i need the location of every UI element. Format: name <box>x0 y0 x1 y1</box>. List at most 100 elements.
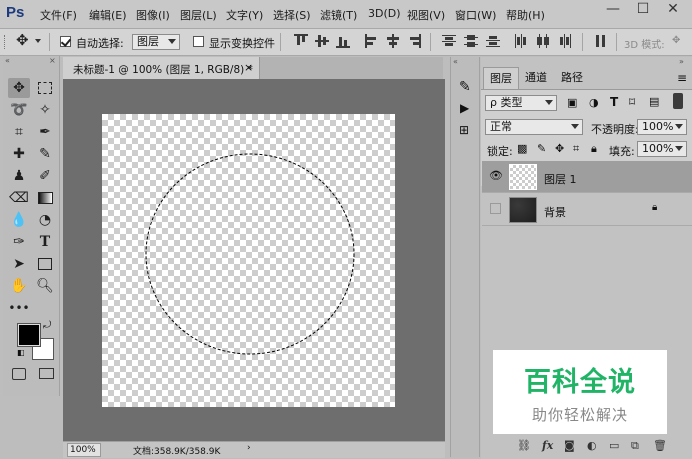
show-transform-checkbox[interactable] <box>193 36 204 47</box>
rectangle-tool-icon[interactable] <box>34 254 56 274</box>
panel-close-icon[interactable]: × <box>49 56 56 65</box>
close-window-button[interactable]: ✕ <box>660 1 686 19</box>
layer-row-background[interactable]: 背景 🔒︎ <box>482 194 692 226</box>
filter-pixel-icon[interactable]: ▣ <box>567 96 577 109</box>
history-panel-icon[interactable]: ✎ <box>459 79 471 95</box>
distribute-vertical-center-icon[interactable] <box>464 34 478 48</box>
align-vertical-center-icon[interactable] <box>315 34 329 48</box>
visibility-toggle[interactable] <box>490 203 501 214</box>
align-bottom-icon[interactable] <box>336 34 350 48</box>
blend-mode-dropdown[interactable]: 正常 <box>485 119 583 135</box>
menu-select[interactable]: 选择(S) <box>273 7 311 23</box>
filter-adjustment-icon[interactable]: ◑ <box>589 96 599 109</box>
distribute-horizontal-center-icon[interactable] <box>536 34 550 48</box>
menu-layer[interactable]: 图层(L) <box>180 7 217 23</box>
maximize-button[interactable]: ☐ <box>630 1 656 19</box>
adjustment-icon[interactable]: ◐ <box>587 439 597 452</box>
lock-transparent-pixels-icon[interactable]: ▩ <box>517 142 527 155</box>
circle-selection-marquee[interactable] <box>140 152 362 358</box>
distribute-bottom-icon[interactable] <box>486 34 500 48</box>
tab-channels[interactable]: 通道 <box>519 67 553 89</box>
lock-image-pixels-icon[interactable]: ✎ <box>537 142 546 155</box>
chevron-down-icon[interactable] <box>35 39 41 43</box>
healing-brush-tool-icon[interactable]: ✚ <box>8 144 30 164</box>
dodge-tool-icon[interactable]: ◔ <box>34 210 56 230</box>
filter-toggle-icon[interactable] <box>673 93 683 109</box>
eraser-tool-icon[interactable]: ⌫ <box>8 188 30 208</box>
lock-all-icon[interactable]: 🔒︎ <box>591 142 597 156</box>
folder-icon[interactable]: ▭ <box>609 439 619 452</box>
distribute-left-icon[interactable] <box>514 34 528 48</box>
new-layer-icon[interactable]: ⧉ <box>631 439 639 453</box>
blur-tool-icon[interactable]: 💧 <box>8 210 30 230</box>
opacity-field[interactable]: 100% <box>637 119 687 135</box>
filter-smart-object-icon[interactable]: ▤ <box>649 95 659 108</box>
align-right-icon[interactable] <box>407 34 421 48</box>
lock-artboard-icon[interactable]: ⌗ <box>573 142 579 156</box>
3d-properties-icon[interactable]: ⊞ <box>459 123 469 137</box>
swap-colors-icon[interactable]: ⤾ <box>43 320 51 331</box>
default-colors-icon[interactable]: ◧ <box>17 348 25 357</box>
zoom-tool-icon[interactable]: 🔍︎ <box>34 276 56 296</box>
magic-wand-tool-icon[interactable]: ✧ <box>34 100 56 120</box>
status-menu-arrow[interactable]: › <box>247 443 251 453</box>
minimize-button[interactable]: — <box>600 1 626 19</box>
layer-row-layer-1[interactable]: 👁︎ 图层 1 <box>482 161 692 193</box>
fill-field[interactable]: 100% <box>637 141 687 157</box>
menu-help[interactable]: 帮助(H) <box>506 7 545 23</box>
document-tab[interactable]: 未标题-1 @ 100% (图层 1, RGB/8) * × <box>63 57 260 79</box>
3d-mode-icon[interactable]: ✥ <box>672 35 680 46</box>
close-tab-icon[interactable]: × <box>244 61 253 74</box>
clone-stamp-tool-icon[interactable]: ♟ <box>8 166 30 186</box>
history-brush-tool-icon[interactable]: ✐ <box>34 166 56 186</box>
collapse-arrows-icon[interactable]: « <box>5 56 10 65</box>
auto-select-dropdown[interactable]: 图层 <box>132 34 180 50</box>
edit-toolbar-icon[interactable]: ••• <box>8 298 30 318</box>
marquee-tool-icon[interactable] <box>34 78 56 98</box>
filter-shape-icon[interactable]: ⌑ <box>629 95 635 109</box>
collapse-arrows-icon[interactable]: « <box>453 57 458 66</box>
menu-view[interactable]: 视图(V) <box>407 7 445 23</box>
menu-image[interactable]: 图像(I) <box>136 7 170 23</box>
type-tool-icon[interactable]: T <box>34 232 56 252</box>
filter-type-icon[interactable]: T <box>610 95 618 109</box>
screen-mode-icon[interactable] <box>39 368 54 379</box>
lasso-tool-icon[interactable]: ➰ <box>8 100 30 120</box>
quick-mask-icon[interactable] <box>12 368 26 380</box>
menu-file[interactable]: 文件(F) <box>40 7 77 23</box>
hand-tool-icon[interactable]: ✋ <box>8 276 30 296</box>
align-left-icon[interactable] <box>365 34 379 48</box>
menu-type[interactable]: 文字(Y) <box>226 7 263 23</box>
align-top-icon[interactable] <box>294 34 308 48</box>
tab-paths[interactable]: 路径 <box>555 67 589 89</box>
menu-edit[interactable]: 编辑(E) <box>89 7 127 23</box>
trash-icon[interactable]: 🗑︎ <box>653 439 667 452</box>
distribute-top-icon[interactable] <box>442 34 456 48</box>
gradient-tool-icon[interactable] <box>34 188 56 208</box>
lock-position-icon[interactable]: ✥ <box>555 142 564 155</box>
eye-icon[interactable]: 👁︎ <box>489 169 503 182</box>
mask-icon[interactable]: ◙ <box>564 439 575 452</box>
layer-name[interactable]: 图层 1 <box>544 171 577 187</box>
brush-tool-icon[interactable]: ✎ <box>34 144 56 164</box>
menu-3d[interactable]: 3D(D) <box>368 7 401 20</box>
zoom-level-field[interactable]: 100% <box>67 443 101 457</box>
actions-play-icon[interactable]: ▶ <box>460 101 469 115</box>
auto-align-layers-icon[interactable] <box>594 34 608 48</box>
menu-window[interactable]: 窗口(W) <box>455 7 496 23</box>
path-selection-tool-icon[interactable]: ➤ <box>8 254 30 274</box>
tab-layers[interactable]: 图层 <box>483 67 519 90</box>
align-horizontal-center-icon[interactable] <box>386 34 400 48</box>
collapse-arrows-icon[interactable]: » <box>679 57 684 66</box>
foreground-color-swatch[interactable] <box>17 323 41 347</box>
pen-tool-icon[interactable]: ✑ <box>8 232 30 252</box>
layer-filter-dropdown[interactable]: ρ 类型 <box>485 95 557 111</box>
crop-tool-icon[interactable]: ⌗ <box>8 122 30 142</box>
panel-menu-icon[interactable]: ≡ <box>677 71 687 85</box>
move-tool-preset-icon[interactable]: ✥ <box>16 31 29 49</box>
move-tool-icon[interactable]: ✥ <box>8 78 30 98</box>
link-icon[interactable]: ⛓ <box>517 439 531 452</box>
fx-icon[interactable]: fx <box>542 439 553 452</box>
eyedropper-tool-icon[interactable]: ✒ <box>34 122 56 142</box>
distribute-right-icon[interactable] <box>558 34 572 48</box>
